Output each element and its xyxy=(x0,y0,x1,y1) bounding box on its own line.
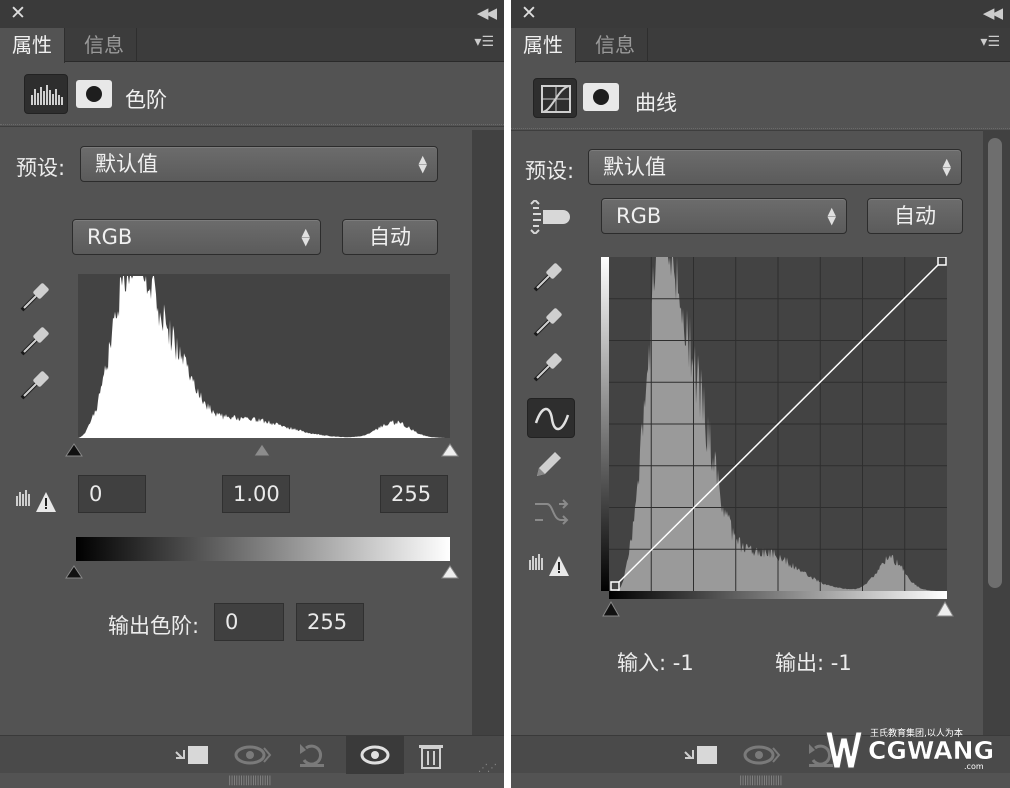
input-black-handle[interactable] xyxy=(602,600,620,617)
panel-tabs: 属性 信息 ▾☰ xyxy=(0,28,504,63)
collapse-icon[interactable]: ◀◀ xyxy=(477,4,497,22)
scrollbar-track[interactable] xyxy=(472,130,504,735)
panel-tabs: 属性 信息 ▾☰ xyxy=(511,28,1010,63)
clip-to-layer-icon[interactable] xyxy=(677,736,727,774)
channel-value: RGB xyxy=(616,204,662,228)
levels-properties-panel: ✕ ◀◀ 属性 信息 ▾☰ 色阶 预设: 默认值 ▲ ▼ RGB ▲ ▼ 自动 0 … xyxy=(0,0,504,788)
clip-warning-icon[interactable] xyxy=(527,548,575,578)
output-levels-label: 输出色阶: xyxy=(108,614,200,638)
panel-title: 色阶 xyxy=(125,88,167,112)
preset-value: 默认值 xyxy=(95,152,158,176)
divider xyxy=(511,128,1010,131)
auto-button[interactable]: 自动 xyxy=(867,198,963,234)
panel-titlebar: ✕ ◀◀ xyxy=(0,0,504,28)
channel-dropdown[interactable]: RGB ▲ ▼ xyxy=(601,198,847,234)
panel-footer xyxy=(0,735,504,774)
eyedropper-icon[interactable] xyxy=(18,324,54,358)
input-readout: 输入: -1 xyxy=(617,651,694,675)
input-white-field[interactable]: 255 xyxy=(380,475,448,513)
tab-info[interactable]: 信息 xyxy=(72,28,137,62)
smooth-icon[interactable] xyxy=(531,494,571,528)
curves-graph[interactable] xyxy=(609,257,947,591)
curve-black-point[interactable] xyxy=(610,581,620,591)
resize-grip[interactable]: |||||||||||||||||| xyxy=(739,775,783,786)
channel-value: RGB xyxy=(87,225,133,249)
output-black-field[interactable]: 0 xyxy=(214,603,284,641)
mask-icon[interactable] xyxy=(76,80,112,108)
eyedropper-icon[interactable] xyxy=(18,368,54,402)
watermark-brand: CGWANG xyxy=(868,736,995,766)
tab-info[interactable]: 信息 xyxy=(583,28,648,62)
output-black-handle[interactable] xyxy=(65,565,83,579)
trash-icon[interactable] xyxy=(406,736,456,774)
preset-value: 默认值 xyxy=(603,155,666,179)
input-gamma-handle[interactable] xyxy=(253,443,271,457)
view-previous-icon[interactable] xyxy=(228,736,278,774)
curves-properties-panel: ✕ ◀◀ 属性 信息 ▾☰ 曲线 预设: 默认值 ▲▼ RGB ▲▼ 自动 xyxy=(511,0,1010,788)
eyedropper-icon[interactable] xyxy=(18,280,54,314)
cgwang-logo-mark xyxy=(825,731,863,769)
input-gamma-field[interactable]: 1.00 xyxy=(222,475,290,513)
preset-dropdown[interactable]: 默认值 ▲ ▼ xyxy=(80,146,438,182)
preset-label: 预设: xyxy=(525,159,575,183)
panel-menu-icon[interactable]: ▾☰ xyxy=(474,34,494,50)
divider xyxy=(0,124,504,127)
eyedropper-icon[interactable] xyxy=(531,350,567,384)
corner-grip[interactable]: ⋰⋰ xyxy=(478,763,497,774)
mask-icon[interactable] xyxy=(583,83,619,111)
tab-properties[interactable]: 属性 xyxy=(511,28,576,63)
view-previous-icon[interactable] xyxy=(737,736,787,774)
tab-properties[interactable]: 属性 xyxy=(0,28,65,63)
preset-label: 预设: xyxy=(16,156,66,180)
panel-menu-icon[interactable]: ▾☰ xyxy=(980,34,1000,50)
output-white-handle[interactable] xyxy=(441,565,459,579)
input-black-field[interactable]: 0 xyxy=(78,475,146,513)
curve-white-point[interactable] xyxy=(937,257,947,266)
collapse-icon[interactable]: ◀◀ xyxy=(983,4,1003,22)
input-slider[interactable] xyxy=(599,598,959,620)
input-white-handle[interactable] xyxy=(441,443,459,457)
dropdown-arrows-icon: ▲ ▼ xyxy=(942,156,951,178)
scrollbar-track[interactable] xyxy=(983,130,1010,735)
dropdown-arrows-icon: ▲ ▼ xyxy=(418,153,427,175)
input-white-handle[interactable] xyxy=(936,600,954,617)
hand-adjust-icon[interactable] xyxy=(529,200,573,234)
resize-grip[interactable]: |||||||||||||||||| xyxy=(228,775,272,786)
preset-dropdown[interactable]: 默认值 ▲ ▼ xyxy=(588,149,962,185)
clip-to-layer-icon[interactable] xyxy=(168,736,218,774)
auto-button[interactable]: 自动 xyxy=(342,219,438,255)
levels-histogram xyxy=(78,274,450,438)
close-icon[interactable]: ✕ xyxy=(521,2,537,24)
cgwang-watermark: 王氏教育集团,以人为本 CGWANG .com xyxy=(822,724,1006,776)
output-gradient xyxy=(76,537,450,561)
pencil-icon[interactable] xyxy=(531,446,567,480)
eyedropper-icon[interactable] xyxy=(531,260,567,294)
output-gradient xyxy=(601,257,609,591)
curves-icon[interactable] xyxy=(533,78,577,118)
output-readout: 输出: -1 xyxy=(775,651,852,675)
scrollbar-thumb[interactable] xyxy=(988,138,1002,588)
watermark-domain: .com xyxy=(964,762,984,771)
eyedropper-icon[interactable] xyxy=(531,305,567,339)
clip-warning-icon[interactable] xyxy=(14,484,62,514)
visibility-icon[interactable] xyxy=(346,736,404,774)
dropdown-arrows-icon: ▲ ▼ xyxy=(827,205,836,227)
close-icon[interactable]: ✕ xyxy=(10,2,26,24)
output-slider[interactable] xyxy=(64,562,464,582)
output-white-field[interactable]: 255 xyxy=(296,603,364,641)
input-black-handle[interactable] xyxy=(65,443,83,457)
reset-icon[interactable] xyxy=(288,736,338,774)
dropdown-arrows-icon: ▲ ▼ xyxy=(301,226,310,248)
panel-title: 曲线 xyxy=(635,91,677,115)
panel-titlebar: ✕ ◀◀ xyxy=(511,0,1010,28)
levels-icon[interactable] xyxy=(24,74,68,114)
input-slider[interactable] xyxy=(64,440,464,460)
curve-point-icon[interactable] xyxy=(527,398,575,438)
channel-dropdown[interactable]: RGB ▲ ▼ xyxy=(72,219,321,255)
